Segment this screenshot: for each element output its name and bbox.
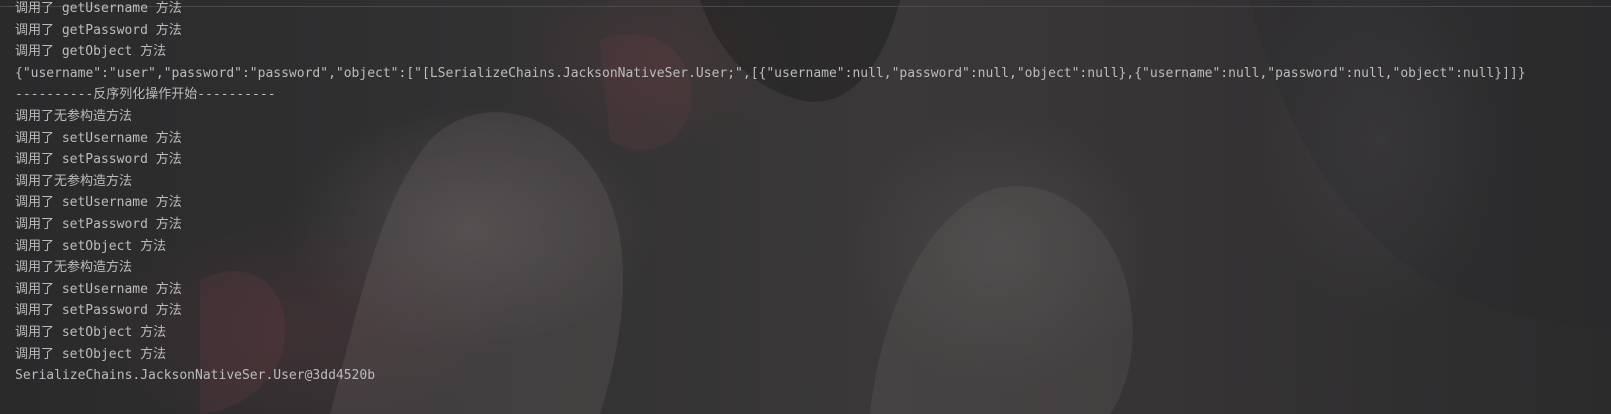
log-line: 调用了 getObject 方法 xyxy=(15,44,167,60)
log-line: 调用了 setPassword 方法 xyxy=(15,216,182,232)
log-line: 调用了无参构造方法 xyxy=(15,108,133,124)
log-line: 调用了 setObject 方法 xyxy=(15,346,167,362)
log-line: 调用了 setUsername 方法 xyxy=(15,130,182,146)
log-line: 调用了无参构造方法 xyxy=(15,260,133,276)
log-line: 调用了 setPassword 方法 xyxy=(15,303,182,319)
log-line: 调用了 getPassword 方法 xyxy=(15,22,182,38)
log-line: 调用了 getUsername 方法 xyxy=(15,1,182,16)
log-line: 调用了无参构造方法 xyxy=(15,173,133,189)
log-line: 调用了 setUsername 方法 xyxy=(15,281,182,297)
log-line: 调用了 setObject 方法 xyxy=(15,324,167,340)
log-line-separator: ----------反序列化操作开始---------- xyxy=(15,87,276,103)
log-line: 调用了 setPassword 方法 xyxy=(15,152,182,168)
log-line: 调用了 setUsername 方法 xyxy=(15,195,182,211)
log-line-json-output: {"username":"user","password":"password"… xyxy=(15,65,1526,81)
console-log: 调用了 getUsername 方法 调用了 getPassword 方法 调用… xyxy=(15,0,1526,387)
log-line: 调用了 setObject 方法 xyxy=(15,238,167,254)
console-output-panel[interactable]: 调用了 getUsername 方法 调用了 getPassword 方法 调用… xyxy=(0,0,1611,414)
log-line-object-result: SerializeChains.JacksonNativeSer.User@3d… xyxy=(15,368,376,384)
